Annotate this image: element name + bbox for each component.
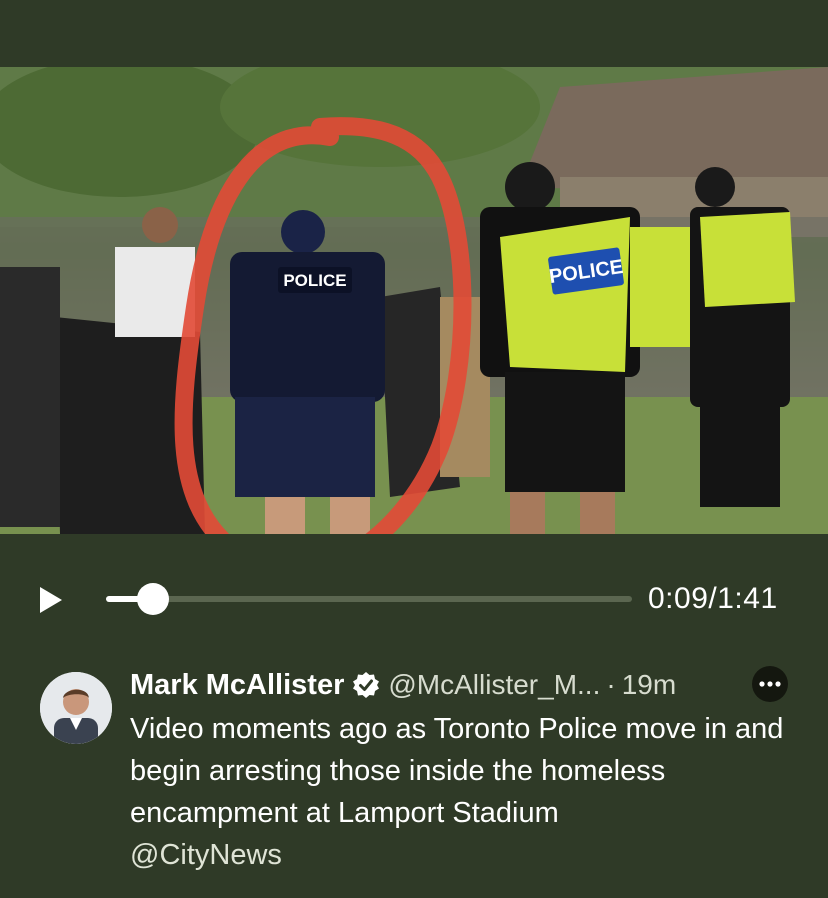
author-handle[interactable]: @McAllister_M... (388, 669, 600, 701)
video-scene: POLICE POLICE (0, 67, 828, 534)
officer-right-vest (500, 217, 630, 372)
avatar[interactable] (40, 672, 112, 744)
tweet-body-text: Video moments ago as Toronto Police move… (130, 713, 784, 829)
total-duration: 1:41 (717, 582, 778, 615)
time-ago[interactable]: 19m (622, 669, 676, 701)
avatar-portrait (40, 672, 112, 744)
tweet: Mark McAllister @McAllister_M... · 19m V… (130, 664, 810, 876)
vest-label-left: POLICE (283, 271, 346, 290)
scrubber-track[interactable] (106, 583, 632, 615)
video-frame[interactable]: POLICE POLICE (0, 67, 828, 534)
elapsed-time: 0:09 (648, 582, 709, 615)
author-name[interactable]: Mark McAllister (130, 669, 344, 702)
verified-badge-icon (353, 672, 380, 698)
separator-dot: · (606, 669, 616, 700)
tweet-text: Video moments ago as Toronto Police move… (130, 708, 810, 876)
scrubber-handle[interactable] (136, 583, 169, 615)
mention-link[interactable]: @CityNews (130, 839, 282, 871)
more-options-icon (759, 681, 781, 687)
tweet-header: Mark McAllister @McAllister_M... · 19m (130, 664, 810, 706)
play-icon[interactable] (38, 585, 64, 615)
playback-time: 0:09/1:41 (648, 582, 778, 616)
time-separator: / (708, 582, 718, 615)
more-options-button[interactable] (752, 666, 788, 702)
